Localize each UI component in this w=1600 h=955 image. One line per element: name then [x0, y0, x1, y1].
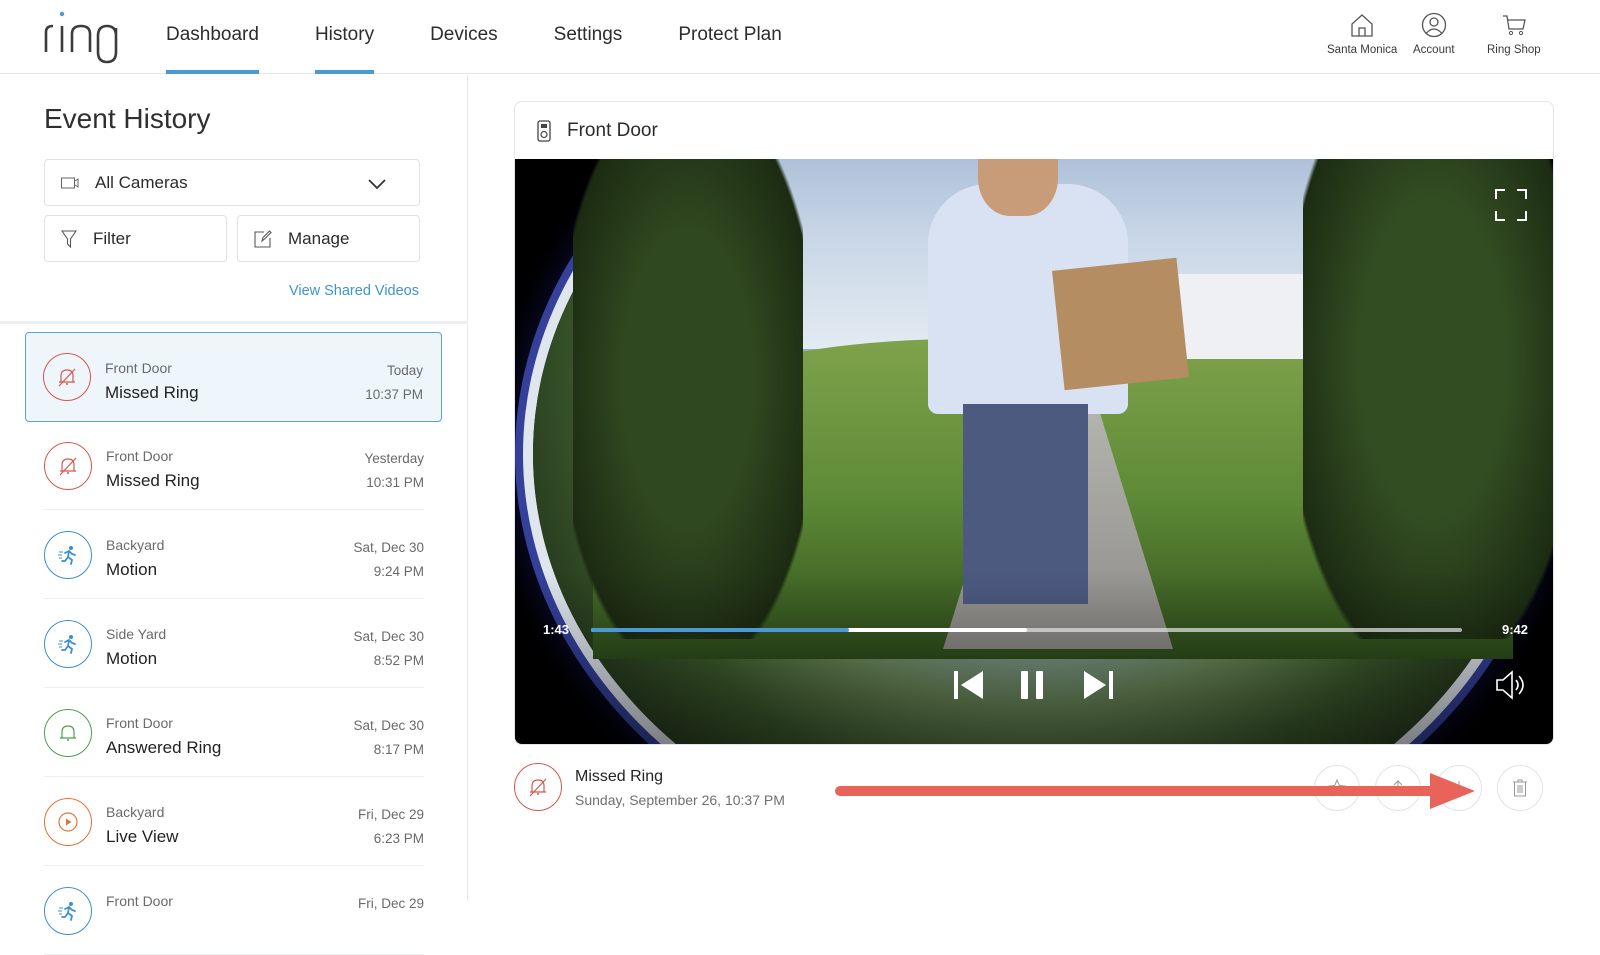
volume-icon[interactable] [1495, 669, 1527, 701]
event-time: 10:37 PM [365, 387, 423, 402]
event-type: Motion [106, 560, 158, 579]
trash-icon [1513, 779, 1527, 797]
filter-label: Filter [93, 228, 131, 248]
video-frame[interactable]: 1:43 9:42 [515, 159, 1553, 744]
event-camera: Front Door [106, 893, 173, 909]
event-type: Live View [106, 827, 179, 846]
favorite-button[interactable] [1314, 765, 1360, 811]
download-button[interactable] [1436, 765, 1482, 811]
filter-button[interactable]: Filter [44, 215, 227, 262]
answered-ring-icon [44, 709, 92, 757]
delete-button[interactable] [1497, 765, 1543, 811]
view-shared-videos-link[interactable]: View Shared Videos [289, 283, 419, 299]
top-navigation-bar: Dashboard History Devices Settings Prote… [0, 0, 1600, 74]
event-time: 8:52 PM [373, 653, 424, 668]
star-icon [1328, 779, 1346, 797]
nav-protect-plan[interactable]: Protect Plan [678, 0, 782, 74]
event-list-item[interactable]: Front Door Missed Ring Today 10:37 PM [25, 332, 442, 422]
event-time: 9:24 PM [373, 564, 424, 579]
event-date: Fri, Dec 29 [357, 896, 424, 911]
account-button[interactable]: Account [1413, 12, 1455, 56]
event-list-item[interactable]: Backyard Live View Fri, Dec 29 6:23 PM [44, 777, 424, 866]
event-list-item[interactable]: Front Door Missed Ring Yesterday 10:31 P… [44, 421, 424, 510]
ring-logo[interactable] [42, 8, 122, 64]
event-camera: Side Yard [106, 626, 167, 642]
edit-icon [254, 229, 272, 248]
event-list-item[interactable]: Backyard Motion Sat, Dec 30 9:24 PM [44, 510, 424, 599]
share-icon [1393, 780, 1403, 791]
main-nav: Dashboard History Devices Settings Prote… [166, 0, 838, 74]
event-list: Front Door Missed Ring Today 10:37 PM Fr… [0, 332, 468, 955]
event-time: 8:17 PM [373, 742, 424, 757]
event-date: Fri, Dec 29 [357, 807, 424, 822]
manage-label: Manage [288, 228, 350, 248]
event-date: Yesterday [364, 451, 424, 466]
duration: 9:42 [1501, 622, 1528, 637]
manage-button[interactable]: Manage [237, 215, 420, 262]
cart-icon [1502, 15, 1526, 36]
download-icon [1453, 781, 1465, 796]
event-date: Sat, Dec 30 [353, 629, 424, 644]
event-history-sidebar: Event History All Cameras Filter Manage … [0, 75, 468, 955]
camera-select[interactable]: All Cameras [44, 159, 420, 206]
nav-settings[interactable]: Settings [554, 0, 623, 74]
current-time: 1:43 [543, 622, 570, 637]
page-title: Event History [44, 103, 211, 134]
progress-scrubber[interactable] [591, 628, 1462, 632]
missed-ring-icon [514, 763, 562, 811]
event-list-item[interactable]: Side Yard Motion Sat, Dec 30 8:52 PM [44, 599, 424, 688]
event-camera: Backyard [106, 537, 165, 553]
event-date: Sat, Dec 30 [353, 540, 424, 555]
event-time: 6:23 PM [373, 831, 424, 846]
account-label: Account [1413, 44, 1455, 56]
nav-devices[interactable]: Devices [430, 0, 498, 74]
event-detail-bar: Missed Ring Sunday, September 26, 10:37 … [514, 763, 1554, 813]
camera-icon [61, 177, 79, 188]
missed-ring-icon [43, 353, 91, 401]
event-type: Motion [106, 649, 158, 668]
account-icon [1421, 12, 1446, 38]
location-button[interactable]: Santa Monica [1327, 12, 1397, 56]
sidebar-divider [0, 321, 468, 324]
pause-icon[interactable] [1019, 669, 1047, 701]
video-player-card: Front Door 1:43 9:42 [514, 101, 1554, 745]
event-time: 10:31 PM [366, 475, 424, 490]
event-type: Missed Ring [106, 471, 200, 490]
camera-select-value: All Cameras [95, 172, 188, 192]
home-icon [1351, 14, 1373, 37]
played-bar [591, 628, 849, 632]
event-camera: Front Door [106, 715, 173, 731]
device-name: Front Door [567, 119, 658, 141]
live-view-icon [44, 798, 92, 846]
doorbell-icon [537, 119, 551, 142]
event-list-item[interactable]: Front Door Fri, Dec 29 [44, 866, 424, 955]
nav-history[interactable]: History [314, 0, 375, 74]
event-type: Missed Ring [105, 383, 199, 402]
fullscreen-icon[interactable] [1495, 189, 1527, 221]
motion-icon [44, 887, 92, 935]
event-camera: Backyard [106, 804, 165, 820]
filter-icon [61, 229, 77, 248]
event-camera: Front Door [106, 448, 173, 464]
event-date: Today [386, 363, 423, 378]
motion-icon [44, 531, 92, 579]
previous-icon[interactable] [953, 669, 985, 701]
ring-shop-button[interactable]: Ring Shop [1487, 12, 1541, 56]
event-date: Sat, Dec 30 [353, 718, 424, 733]
event-detail-title: Missed Ring [575, 768, 664, 785]
next-icon[interactable] [1082, 669, 1114, 701]
event-list-item[interactable]: Front Door Answered Ring Sat, Dec 30 8:1… [44, 688, 424, 777]
ring-shop-label: Ring Shop [1487, 44, 1541, 56]
event-detail-datetime: Sunday, September 26, 10:37 PM [575, 792, 785, 808]
motion-icon [44, 620, 92, 668]
event-type: Answered Ring [106, 738, 222, 757]
nav-dashboard[interactable]: Dashboard [166, 0, 259, 74]
player-header: Front Door [515, 102, 1553, 159]
event-camera: Front Door [105, 360, 172, 376]
location-label: Santa Monica [1327, 44, 1398, 56]
missed-ring-icon [44, 442, 92, 490]
share-button[interactable] [1375, 765, 1421, 811]
chevron-down-icon [368, 179, 386, 190]
